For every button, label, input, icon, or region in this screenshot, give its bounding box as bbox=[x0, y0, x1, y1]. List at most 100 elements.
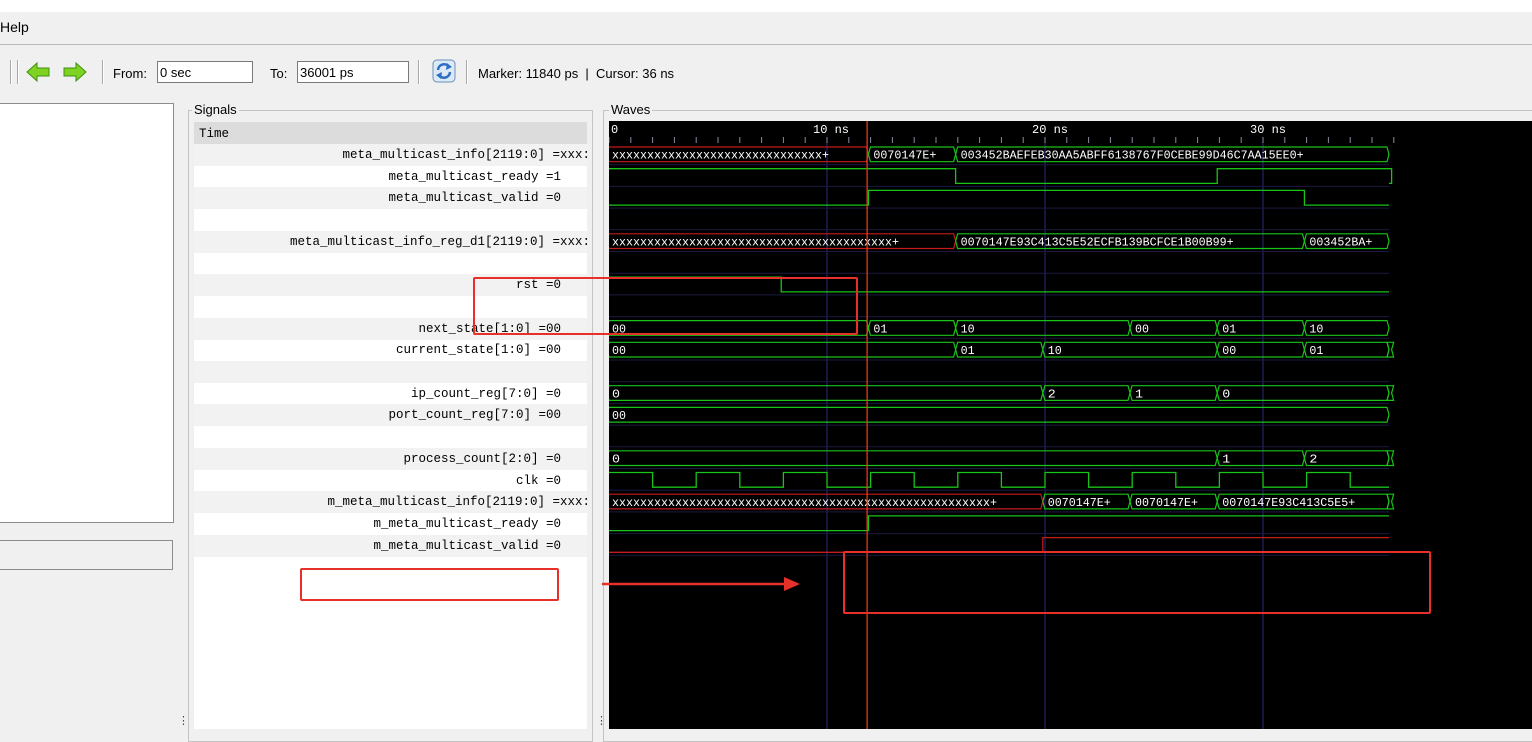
signal-name: meta_multicast_ready =1 bbox=[388, 169, 561, 184]
signal-name: m_meta_multicast_ready =0 bbox=[373, 516, 561, 531]
bus-value: 00 bbox=[1222, 345, 1236, 358]
toolbar-separator bbox=[418, 60, 420, 84]
bus-segment bbox=[1042, 341, 1218, 358]
signal-row[interactable]: meta_multicast_info[2119:0] =xxx: bbox=[194, 144, 587, 166]
annotation-box-m-ready-label bbox=[300, 568, 559, 601]
bus-value: 10 bbox=[1048, 345, 1062, 358]
signal-row[interactable]: meta_multicast_info_reg_d1[2119:0] =xxx: bbox=[194, 230, 587, 253]
to-input[interactable] bbox=[297, 61, 409, 83]
signal-row[interactable]: process_count[2:0] =0 bbox=[194, 447, 587, 470]
ruler-label: 20 ns bbox=[1032, 123, 1068, 137]
signal-name: m_meta_multicast_valid =0 bbox=[373, 538, 561, 553]
bit-wave bbox=[609, 189, 1389, 206]
bit-wave bbox=[609, 515, 1389, 532]
bus-value: 2 bbox=[1309, 454, 1317, 467]
signals-title: Signals bbox=[192, 102, 239, 117]
bus-value: 10 bbox=[1309, 323, 1323, 336]
annotation-box-m-ready-wave bbox=[843, 551, 1431, 614]
time-label: Time bbox=[199, 127, 230, 141]
bus-segment bbox=[609, 385, 1044, 401]
bit-wave bbox=[609, 471, 1389, 488]
from-label: From: bbox=[113, 66, 147, 81]
signal-name: port_count_reg[7:0] =00 bbox=[388, 408, 561, 423]
waves-title: Waves bbox=[609, 102, 653, 117]
hierarchy-tree-panel[interactable] bbox=[0, 103, 174, 523]
window-top-strip bbox=[0, 0, 1532, 12]
bus-segment bbox=[1386, 341, 1395, 358]
signal-row[interactable]: clk =0 bbox=[194, 470, 587, 492]
bus-segment bbox=[1386, 385, 1395, 401]
bus-value: 2 bbox=[1048, 388, 1056, 401]
bus-segment bbox=[1042, 385, 1131, 401]
bus-value: xxxxxxxxxxxxxxxxxxxxxxxxxxxxxxxxxxxxxxxx… bbox=[612, 497, 997, 510]
bus-value: 01 bbox=[1222, 323, 1236, 336]
signal-row[interactable]: m_meta_multicast_valid =0 bbox=[194, 534, 587, 557]
bus-value: 003452BA+ bbox=[1309, 237, 1372, 250]
bus-segment bbox=[1386, 493, 1395, 510]
bus-value: 0 bbox=[612, 388, 620, 401]
bus-value: 003452BAEFEB30AA5ABFF6138767F0CEBE99D46C… bbox=[961, 150, 1304, 163]
bus-segment bbox=[1216, 450, 1306, 467]
bus-segment bbox=[1216, 385, 1390, 401]
signal-list-header[interactable] bbox=[0, 540, 173, 570]
toolbar-separator bbox=[466, 60, 468, 84]
signal-name: meta_multicast_info_reg_d1[2119:0] =xxx: bbox=[289, 234, 587, 249]
signal-name: ip_count_reg[7:0] =0 bbox=[410, 386, 561, 401]
signal-row[interactable]: ip_count_reg[7:0] =0 bbox=[194, 383, 587, 405]
signal-row-blank[interactable] bbox=[194, 361, 587, 383]
bus-value: xxxxxxxxxxxxxxxxxxxxxxxxxxxxxx+ bbox=[612, 150, 829, 163]
bus-value: 00 bbox=[612, 410, 626, 423]
toolbar-separator bbox=[102, 60, 104, 84]
ruler-label: 30 ns bbox=[1250, 123, 1286, 137]
bus-value: xxxxxxxxxxxxxxxxxxxxxxxxxxxxxxxxxxxxxxxx… bbox=[612, 237, 899, 250]
refresh-icon[interactable] bbox=[432, 59, 456, 83]
signal-row[interactable]: m_meta_multicast_info[2119:0] =xxx: bbox=[194, 491, 587, 514]
bus-value: 01 bbox=[1309, 345, 1323, 358]
signals-list[interactable]: Time meta_multicast_info[2119:0] =xxx: me… bbox=[194, 122, 587, 729]
signal-row[interactable]: port_count_reg[7:0] =00 bbox=[194, 404, 587, 427]
forward-arrow-icon[interactable] bbox=[63, 62, 87, 82]
bus-value: 0070147E93C413C5E5+ bbox=[1222, 497, 1355, 510]
bus-segment bbox=[954, 320, 1131, 336]
bus-value: 0070147E+ bbox=[1048, 497, 1111, 510]
bus-segment bbox=[609, 341, 957, 358]
bus-value: 1 bbox=[1222, 454, 1230, 467]
waveform-canvas[interactable]: 0 10 ns 20 ns 30 ns xxxxxxxxxxxxxxxxxxxxxxxx… bbox=[609, 121, 1532, 729]
back-arrow-icon[interactable] bbox=[26, 62, 50, 82]
signal-name: current_state[1:0] =00 bbox=[395, 343, 561, 358]
from-input[interactable] bbox=[157, 61, 253, 83]
annotation-box-rst bbox=[473, 277, 858, 335]
bit-wave bbox=[609, 168, 1393, 185]
toolbar-separator bbox=[10, 60, 12, 84]
bus-value: 1 bbox=[1135, 388, 1143, 401]
bus-value: 0 bbox=[1222, 388, 1230, 401]
bus-value: 10 bbox=[961, 323, 975, 336]
ruler-label: 0 bbox=[611, 123, 618, 137]
signal-row[interactable]: m_meta_multicast_ready =0 bbox=[194, 513, 587, 535]
signal-name: m_meta_multicast_info[2119:0] =xxx: bbox=[327, 495, 587, 510]
bus-segment bbox=[609, 406, 1390, 423]
waveform-view[interactable]: 0 10 ns 20 ns 30 ns xxxxxxxxxxxxxxxxxxxxxxxx… bbox=[609, 121, 1532, 729]
bus-value: 00 bbox=[612, 345, 626, 358]
signal-name: meta_multicast_info[2119:0] =xxx: bbox=[342, 148, 587, 162]
signal-row-blank[interactable] bbox=[194, 426, 587, 448]
signal-name: process_count[2:0] =0 bbox=[403, 451, 561, 466]
bus-value: 0070147E+ bbox=[1135, 497, 1198, 510]
bus-segment bbox=[1129, 385, 1218, 401]
bus-value: 00 bbox=[1135, 323, 1149, 336]
bus-value: 0070147E+ bbox=[873, 150, 936, 163]
signal-row[interactable]: meta_multicast_valid =0 bbox=[194, 187, 587, 210]
bus-value: 01 bbox=[873, 323, 887, 336]
signal-row[interactable]: current_state[1:0] =00 bbox=[194, 339, 587, 361]
signal-name: meta_multicast_valid =0 bbox=[388, 191, 561, 206]
toolbar: From: To: Marker: 11840 ps | Cursor: 36 … bbox=[0, 46, 1532, 90]
annotation-arrow bbox=[602, 577, 800, 591]
marker-cursor-readout: Marker: 11840 ps | Cursor: 36 ns bbox=[478, 66, 675, 81]
bus-segment bbox=[609, 450, 1218, 467]
menu-bar: Help bbox=[0, 12, 1532, 45]
signal-row-blank[interactable] bbox=[194, 209, 587, 231]
menu-help[interactable]: Help bbox=[0, 19, 29, 35]
signal-row-blank[interactable] bbox=[194, 253, 587, 275]
bus-value: 01 bbox=[961, 345, 975, 358]
signal-row[interactable]: meta_multicast_ready =1 bbox=[194, 166, 587, 188]
